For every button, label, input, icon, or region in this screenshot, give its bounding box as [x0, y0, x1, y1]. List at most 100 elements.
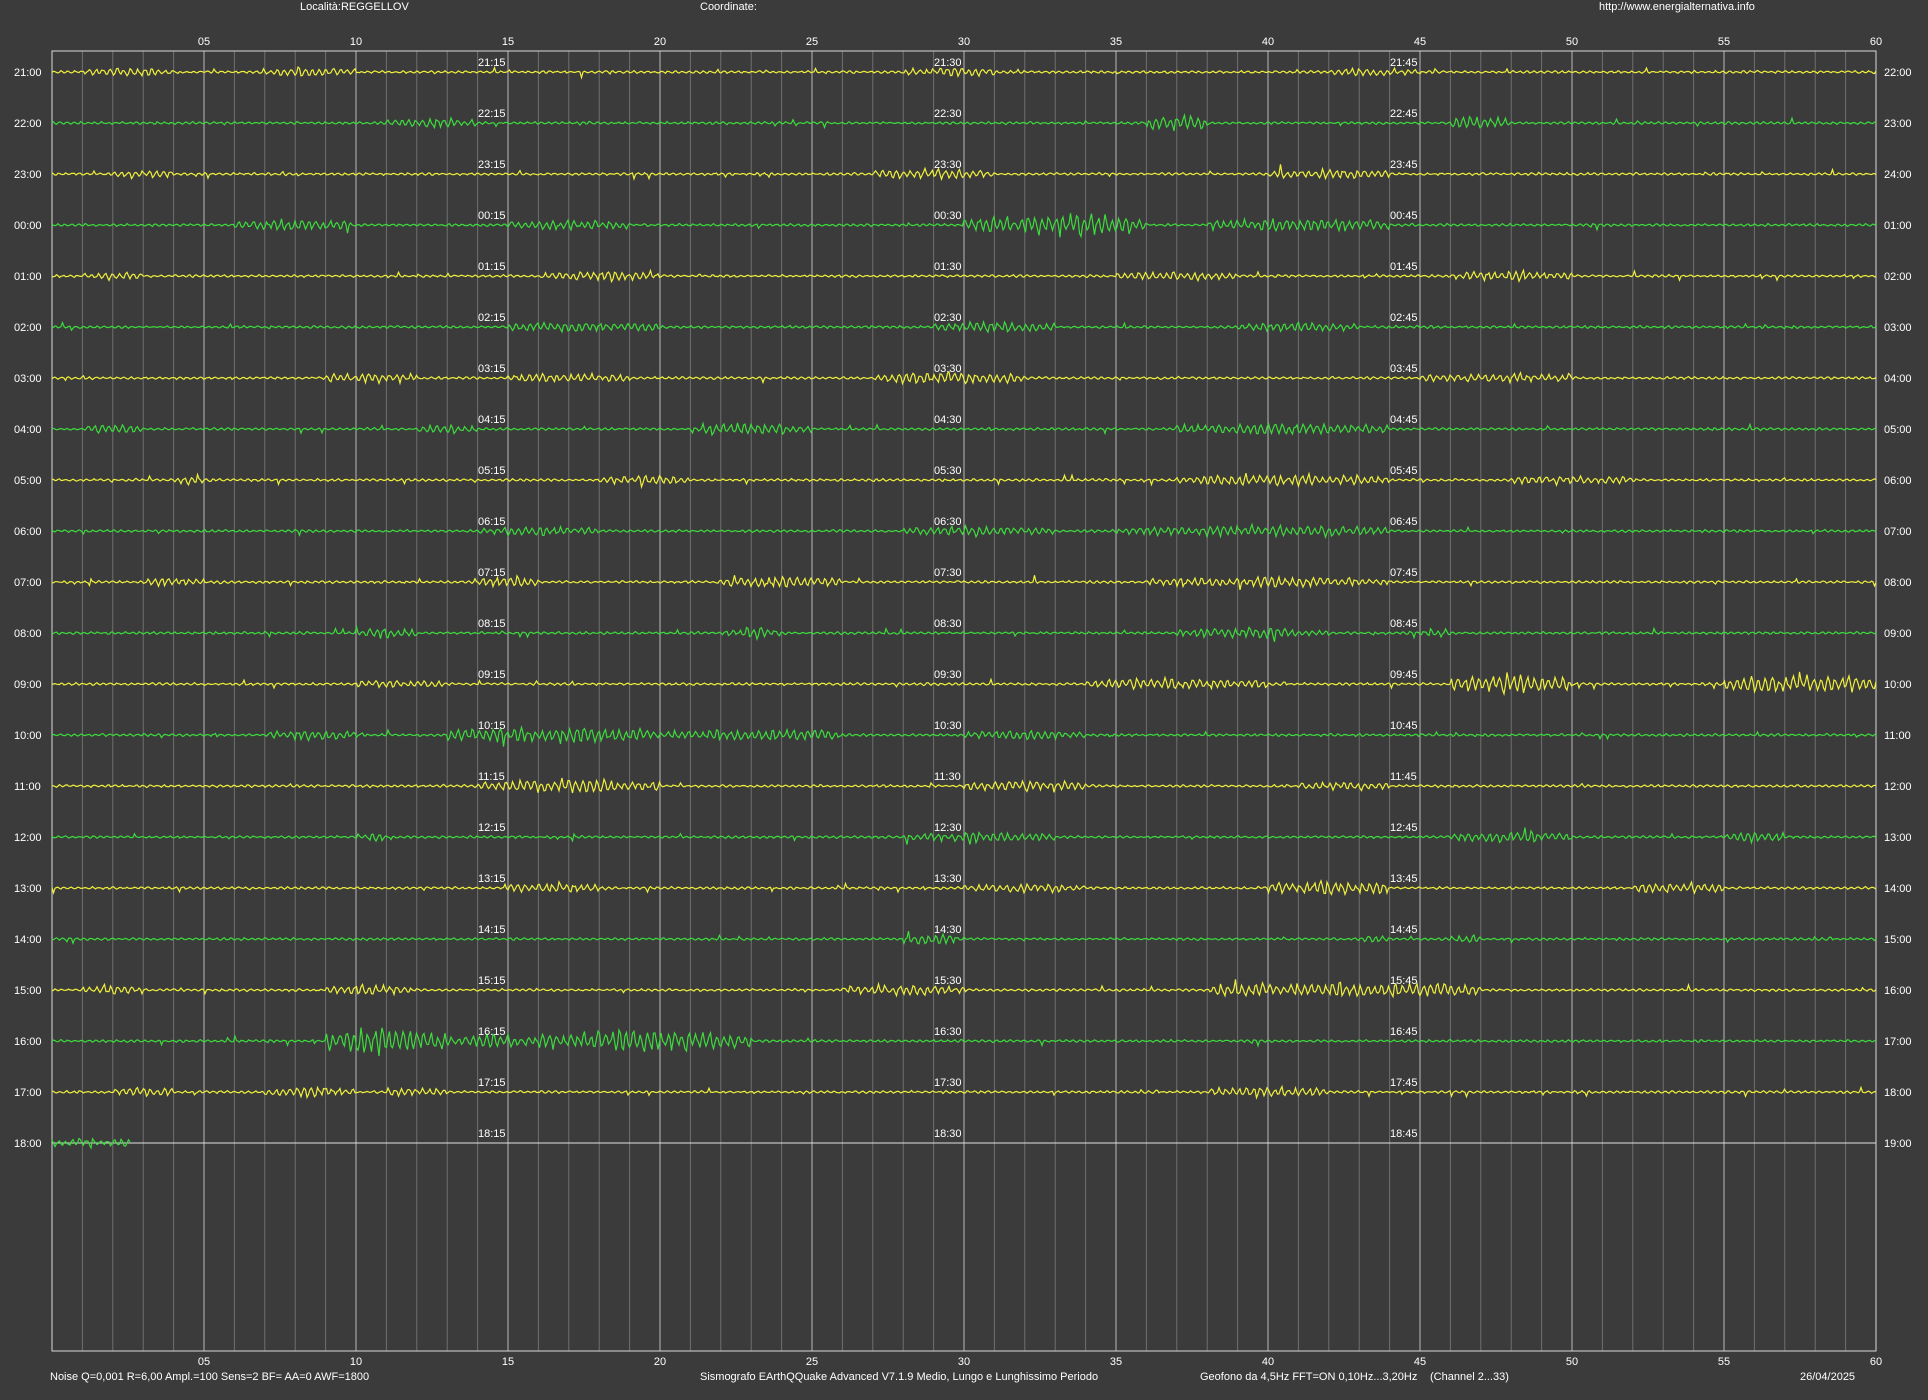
- row-quarter-mark: 04:15: [478, 414, 506, 426]
- row-quarter-mark: 08:15: [478, 618, 506, 630]
- row-quarter-mark: 07:15: [478, 567, 506, 579]
- row-quarter-mark: 05:15: [478, 465, 506, 477]
- row-end-label: 22:00: [1884, 67, 1912, 79]
- geofono-info: Geofono da 4,5Hz FFT=ON 0,10Hz...3,20Hz: [1200, 1371, 1418, 1383]
- row-quarter-mark: 12:15: [478, 822, 506, 834]
- software-info: Sismografo EArthQQuake Advanced V7.1.9 M…: [700, 1371, 1099, 1383]
- row-start-label: 03:00: [14, 373, 42, 385]
- row-quarter-mark: 10:45: [1390, 720, 1418, 732]
- row-end-label: 13:00: [1884, 832, 1912, 844]
- row-end-label: 16:00: [1884, 985, 1912, 997]
- x-tick-label-top: 25: [806, 36, 818, 48]
- row-start-label: 18:00: [14, 1138, 42, 1150]
- row-quarter-mark: 00:30: [934, 210, 962, 222]
- row-quarter-mark: 14:15: [478, 924, 506, 936]
- seismogram-chart: 05 05 10 10 15 15 20 20 25 25 30 30 35 35 40 40 45 45 50 50…: [14, 36, 1912, 1368]
- row-quarter-mark: 06:15: [478, 516, 506, 528]
- row-quarter-mark: 16:15: [478, 1026, 506, 1038]
- x-tick-label-top: 10: [350, 36, 362, 48]
- row-quarter-mark: 16:45: [1390, 1026, 1418, 1038]
- x-tick-label-top: 55: [1718, 36, 1730, 48]
- row-quarter-mark: 01:30: [934, 261, 962, 273]
- row-start-label: 16:00: [14, 1036, 42, 1048]
- row-quarter-mark: 11:30: [934, 771, 961, 783]
- row-start-label: 01:00: [14, 271, 42, 283]
- row-quarter-mark: 21:15: [478, 57, 506, 69]
- row-start-label: 12:00: [14, 832, 42, 844]
- row-quarter-mark: 13:30: [934, 873, 962, 885]
- row-quarter-mark: 09:15: [478, 669, 506, 681]
- row-end-label: 06:00: [1884, 475, 1912, 487]
- row-quarter-mark: 03:45: [1390, 363, 1418, 375]
- row-end-label: 10:00: [1884, 679, 1912, 691]
- x-tick-label-bottom: 25: [806, 1356, 818, 1368]
- row-end-label: 02:00: [1884, 271, 1912, 283]
- row-end-label: 12:00: [1884, 781, 1912, 793]
- row-quarter-mark: 22:30: [934, 108, 962, 120]
- row-quarter-mark: 23:45: [1390, 159, 1418, 171]
- row-quarter-mark: 13:45: [1390, 873, 1418, 885]
- seismograph-window: Località:REGGELLOV Coordinate: http://ww…: [0, 0, 1928, 1400]
- row-start-label: 04:00: [14, 424, 42, 436]
- x-tick-label-top: 35: [1110, 36, 1122, 48]
- grid: [51, 50, 1877, 1352]
- row-end-label: 24:00: [1884, 169, 1912, 181]
- row-start-label: 11:00: [14, 781, 41, 793]
- row-quarter-mark: 06:30: [934, 516, 962, 528]
- row-end-label: 08:00: [1884, 577, 1912, 589]
- x-tick-label-top: 50: [1566, 36, 1578, 48]
- channel-info: (Channel 2...33): [1430, 1371, 1509, 1383]
- row-quarter-mark: 22:45: [1390, 108, 1418, 120]
- row-start-label: 05:00: [14, 475, 42, 487]
- row-end-label: 11:00: [1884, 730, 1911, 742]
- row-end-label: 18:00: [1884, 1087, 1912, 1099]
- row-quarter-mark: 00:45: [1390, 210, 1418, 222]
- x-tick-label-bottom: 15: [502, 1356, 514, 1368]
- x-tick-label-bottom: 10: [350, 1356, 362, 1368]
- row-quarter-mark: 11:45: [1390, 771, 1417, 783]
- row-quarter-mark: 16:30: [934, 1026, 962, 1038]
- row-start-label: 06:00: [14, 526, 42, 538]
- row-quarter-mark: 17:15: [478, 1077, 506, 1089]
- row-quarter-mark: 22:15: [478, 108, 506, 120]
- row-quarter-mark: 03:15: [478, 363, 506, 375]
- row-quarter-mark: 18:45: [1390, 1128, 1418, 1140]
- row-start-label: 14:00: [14, 934, 42, 946]
- x-tick-label-top: 20: [654, 36, 666, 48]
- row-quarter-mark: 05:45: [1390, 465, 1418, 477]
- row-start-label: 10:00: [14, 730, 42, 742]
- x-tick-label-top: 30: [958, 36, 970, 48]
- x-tick-label-bottom: 55: [1718, 1356, 1730, 1368]
- row-start-label: 02:00: [14, 322, 42, 334]
- row-quarter-mark: 23:30: [934, 159, 962, 171]
- x-tick-label-top: 05: [198, 36, 210, 48]
- row-quarter-mark: 21:30: [934, 57, 962, 69]
- row-quarter-mark: 21:45: [1390, 57, 1418, 69]
- row-start-label: 09:00: [14, 679, 42, 691]
- row-start-label: 00:00: [14, 220, 42, 232]
- row-quarter-mark: 02:15: [478, 312, 506, 324]
- row-quarter-mark: 01:45: [1390, 261, 1418, 273]
- row-quarter-mark: 12:45: [1390, 822, 1418, 834]
- row-quarter-mark: 10:30: [934, 720, 962, 732]
- row-quarter-mark: 09:30: [934, 669, 962, 681]
- row-quarter-mark: 11:15: [478, 771, 505, 783]
- date-label: 26/04/2025: [1800, 1371, 1856, 1383]
- x-tick-label-bottom: 50: [1566, 1356, 1578, 1368]
- row-end-label: 17:00: [1884, 1036, 1912, 1048]
- row-end-label: 19:00: [1884, 1138, 1912, 1150]
- x-tick-label-top: 60: [1870, 36, 1882, 48]
- row-end-label: 14:00: [1884, 883, 1912, 895]
- row-quarter-mark: 17:45: [1390, 1077, 1418, 1089]
- row-start-label: 22:00: [14, 118, 42, 130]
- row-start-label: 15:00: [14, 985, 42, 997]
- row-quarter-mark: 02:30: [934, 312, 962, 324]
- row-quarter-mark: 05:30: [934, 465, 962, 477]
- row-quarter-mark: 23:15: [478, 159, 506, 171]
- row-end-label: 01:00: [1884, 220, 1912, 232]
- x-tick-label-bottom: 05: [198, 1356, 210, 1368]
- row-start-label: 23:00: [14, 169, 42, 181]
- row-quarter-mark: 18:30: [934, 1128, 962, 1140]
- row-start-label: 17:00: [14, 1087, 42, 1099]
- row-quarter-mark: 17:30: [934, 1077, 962, 1089]
